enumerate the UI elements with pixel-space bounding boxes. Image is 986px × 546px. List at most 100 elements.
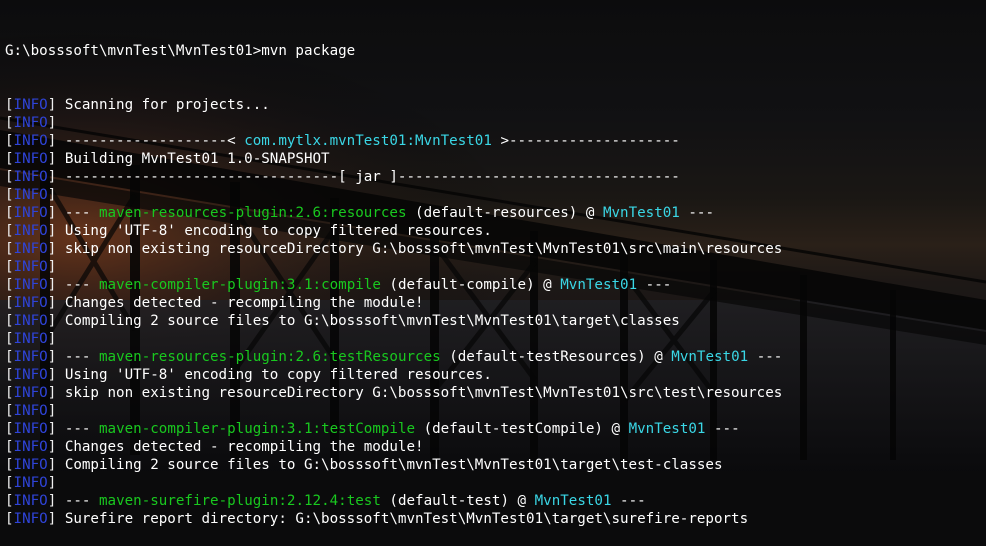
log-level-tag: INFO	[13, 403, 48, 419]
log-line: [INFO] Using 'UTF-8' encoding to copy fi…	[5, 222, 986, 240]
log-level-tag: INFO	[13, 115, 48, 131]
log-text: ]	[47, 421, 65, 437]
log-text: ---	[748, 349, 783, 365]
log-text: [	[5, 169, 14, 185]
log-text: ]	[47, 187, 57, 203]
log-text: Changes detected - recompiling the modul…	[64, 295, 424, 311]
log-text: MvnTest01	[671, 349, 749, 365]
log-line: [INFO] skip non existing resourceDirecto…	[5, 384, 986, 402]
log-level-tag: INFO	[13, 295, 48, 311]
log-level-tag: INFO	[13, 439, 48, 455]
log-level-tag: INFO	[13, 367, 48, 383]
log-line: [INFO] --- maven-resources-plugin:2.6:te…	[5, 348, 986, 366]
log-text: ]	[47, 367, 65, 383]
log-text: [	[5, 115, 14, 131]
log-text: [	[5, 349, 14, 365]
log-line: [INFO]	[5, 258, 986, 276]
log-level-tag: INFO	[13, 97, 48, 113]
log-line: [INFO]	[5, 330, 986, 348]
log-line: [INFO] --- maven-resources-plugin:2.6:re…	[5, 204, 986, 222]
log-text: ]	[47, 241, 65, 257]
log-text: MvnTest01	[602, 205, 680, 221]
log-text: ---	[679, 205, 714, 221]
log-text: (default-resources) @	[406, 205, 603, 221]
log-text: maven-compiler-plugin:3.1:testCompile	[98, 421, 416, 437]
command-text: mvn package	[261, 43, 356, 59]
log-text: ]	[47, 493, 65, 509]
log-line: [INFO] skip non existing resourceDirecto…	[5, 240, 986, 258]
log-text: ---	[611, 493, 646, 509]
log-text: (default-test) @	[380, 493, 535, 509]
log-text: maven-surefire-plugin:2.12.4:test	[98, 493, 381, 509]
log-text: ]	[47, 313, 65, 329]
log-lines: [INFO] Scanning for projects... [INFO] [IN…	[5, 96, 986, 528]
log-line: [INFO] Using 'UTF-8' encoding to copy fi…	[5, 366, 986, 384]
log-level-tag: INFO	[13, 169, 48, 185]
log-text: [	[5, 403, 14, 419]
log-text: ---	[64, 493, 99, 509]
log-text: --------------------------------[ jar ]-…	[64, 169, 680, 185]
log-text: [	[5, 475, 14, 491]
log-line: [INFO]	[5, 402, 986, 420]
log-line: [INFO] Compiling 2 source files to G:\bo…	[5, 312, 986, 330]
log-text: ]	[47, 169, 65, 185]
log-line: [INFO] Scanning for projects...	[5, 96, 986, 114]
log-text: ]	[47, 295, 65, 311]
log-text: -------------------<	[64, 133, 245, 149]
log-text: skip non existing resourceDirectory G:\b…	[64, 241, 783, 257]
log-text: [	[5, 367, 14, 383]
log-level-tag: INFO	[13, 511, 48, 527]
log-line: [INFO]	[5, 114, 986, 132]
log-text: Scanning for projects...	[64, 97, 270, 113]
log-line: [INFO]	[5, 474, 986, 492]
log-text: [	[5, 511, 14, 527]
log-text: [	[5, 241, 14, 257]
log-level-tag: INFO	[13, 475, 48, 491]
log-text: ]	[47, 385, 65, 401]
log-line: [INFO] --- maven-compiler-plugin:3.1:com…	[5, 276, 986, 294]
log-level-tag: INFO	[13, 313, 48, 329]
log-text: Changes detected - recompiling the modul…	[64, 439, 424, 455]
log-line: [INFO] Changes detected - recompiling th…	[5, 294, 986, 312]
log-text: ---	[64, 421, 99, 437]
log-text: MvnTest01	[534, 493, 612, 509]
log-line: [INFO] Building MvnTest01 1.0-SNAPSHOT	[5, 150, 986, 168]
log-text: [	[5, 439, 14, 455]
log-text: Building MvnTest01 1.0-SNAPSHOT	[64, 151, 330, 167]
log-text: ]	[47, 223, 65, 239]
log-text: ]	[47, 331, 57, 347]
prompt-path: G:\bosssoft\mvnTest\MvnTest01>	[5, 43, 262, 59]
log-line: [INFO] --- maven-surefire-plugin:2.12.4:…	[5, 492, 986, 510]
log-level-tag: INFO	[13, 187, 48, 203]
log-text: ]	[47, 403, 57, 419]
log-level-tag: INFO	[13, 385, 48, 401]
log-text: >--------------------	[491, 133, 680, 149]
log-text: [	[5, 421, 14, 437]
log-text: maven-resources-plugin:2.6:resources	[98, 205, 407, 221]
log-text: [	[5, 277, 14, 293]
log-text: [	[5, 493, 14, 509]
log-text: [	[5, 259, 14, 275]
log-text: MvnTest01	[628, 421, 706, 437]
log-level-tag: INFO	[13, 151, 48, 167]
log-text: skip non existing resourceDirectory G:\b…	[64, 385, 783, 401]
log-text: [	[5, 313, 14, 329]
console-output: G:\bosssoft\mvnTest\MvnTest01>mvn packag…	[5, 6, 986, 546]
log-text: ]	[47, 205, 65, 221]
log-text: ]	[47, 349, 65, 365]
log-text: [	[5, 331, 14, 347]
log-line: [INFO] -------------------< com.mytlx.mv…	[5, 132, 986, 150]
log-text: [	[5, 97, 14, 113]
log-text: ]	[47, 277, 65, 293]
log-text: [	[5, 187, 14, 203]
log-level-tag: INFO	[13, 493, 48, 509]
log-text: ]	[47, 151, 65, 167]
log-text: Compiling 2 source files to G:\bosssoft\…	[64, 313, 680, 329]
log-line: [INFO] Changes detected - recompiling th…	[5, 438, 986, 456]
log-text: (default-testResources) @	[440, 349, 672, 365]
log-line: [INFO]	[5, 186, 986, 204]
log-text: ]	[47, 133, 65, 149]
log-line: [INFO] --------------------------------[…	[5, 168, 986, 186]
log-text: [	[5, 133, 14, 149]
log-text: ]	[47, 511, 65, 527]
